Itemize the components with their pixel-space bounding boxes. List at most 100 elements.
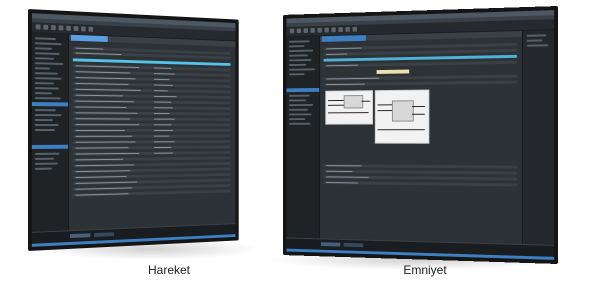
tree-item[interactable] [35, 37, 56, 40]
tree-item[interactable] [35, 153, 60, 155]
toolbar-button[interactable] [338, 27, 342, 32]
toolbox-item[interactable] [527, 34, 546, 36]
tree-item[interactable] [289, 118, 305, 120]
toolbar-button[interactable] [43, 25, 48, 30]
toolbar-button[interactable] [66, 26, 71, 31]
tree-item[interactable] [289, 113, 311, 115]
axis-table-row[interactable] [73, 100, 231, 105]
tree-item[interactable] [35, 72, 58, 75]
output-tab[interactable] [94, 232, 114, 237]
function-block[interactable] [344, 95, 363, 108]
tree-item[interactable] [289, 59, 311, 61]
active-editor-tab[interactable] [71, 35, 108, 42]
toolbar-button[interactable] [304, 28, 308, 33]
toolbar-button[interactable] [59, 25, 64, 30]
toolbar-button[interactable] [89, 27, 94, 32]
toolbar-button[interactable] [311, 28, 315, 33]
tree-item[interactable] [35, 114, 62, 116]
axis-table-row[interactable] [73, 135, 231, 138]
tree-item[interactable] [35, 42, 62, 45]
toolbar-button[interactable] [317, 28, 321, 33]
axis-table-row[interactable] [73, 82, 231, 88]
toolbar-button[interactable] [51, 25, 56, 30]
tree-item[interactable] [35, 52, 60, 55]
tree-item[interactable] [35, 67, 50, 69]
tree-item[interactable] [289, 45, 304, 47]
editor-row[interactable] [324, 170, 518, 175]
tree-item[interactable] [35, 124, 59, 126]
axis-table-row[interactable] [73, 129, 231, 132]
editor-row[interactable] [324, 181, 518, 186]
tree-item[interactable] [35, 87, 59, 89]
active-editor-tab[interactable] [322, 35, 366, 42]
editor-row[interactable] [324, 164, 518, 168]
axis-table-row[interactable] [73, 123, 231, 126]
tree-item[interactable] [35, 92, 52, 94]
tree-item[interactable] [289, 64, 306, 66]
tree-item[interactable] [35, 109, 56, 111]
toolbar-button[interactable] [353, 27, 357, 32]
editor-row[interactable] [324, 75, 518, 81]
right-toolbox-pane[interactable] [522, 30, 554, 246]
toolbar-button[interactable] [36, 24, 41, 29]
tree-item[interactable] [289, 123, 311, 125]
output-tab[interactable] [70, 233, 90, 238]
tree-item-selected[interactable] [32, 145, 68, 149]
axis-table-row[interactable] [73, 162, 231, 167]
tree-item[interactable] [35, 158, 54, 160]
tree-item[interactable] [35, 47, 52, 50]
axis-table-row[interactable] [73, 105, 231, 109]
highlighted-variable[interactable] [377, 70, 410, 74]
toolbar-button[interactable] [331, 27, 335, 32]
axis-table-row[interactable] [73, 151, 231, 155]
axis-table-row[interactable] [73, 117, 231, 121]
tree-item[interactable] [289, 68, 315, 70]
toolbar-button[interactable] [324, 28, 328, 33]
tree-item[interactable] [289, 73, 304, 75]
toolbar-button[interactable] [290, 29, 294, 34]
tree-item[interactable] [289, 99, 306, 101]
editor-row[interactable] [324, 175, 518, 180]
tree-item[interactable] [35, 62, 64, 65]
tree-item[interactable] [35, 168, 52, 170]
output-tab[interactable] [344, 243, 363, 247]
axis-table-row[interactable] [73, 146, 231, 150]
safety-function-block-diagram[interactable] [325, 90, 373, 124]
right-safety-editor[interactable] [320, 31, 523, 245]
function-block[interactable] [392, 100, 414, 121]
right-project-tree[interactable] [286, 36, 320, 239]
tree-item[interactable] [35, 57, 54, 60]
tree-item[interactable] [35, 129, 55, 131]
tree-item[interactable] [289, 109, 308, 111]
tree-item[interactable] [289, 95, 310, 97]
left-project-tree[interactable] [32, 33, 69, 233]
axis-table-row[interactable] [73, 88, 231, 94]
tree-item[interactable] [35, 82, 54, 84]
tree-item-selected[interactable] [286, 88, 319, 92]
toolbar-button[interactable] [297, 28, 301, 33]
axis-table-row[interactable] [73, 140, 231, 144]
toolbar-button[interactable] [345, 27, 349, 32]
axis-table-row[interactable] [73, 190, 231, 197]
axis-table-row[interactable] [73, 157, 231, 162]
left-motion-editor[interactable] [69, 35, 235, 232]
tree-item[interactable] [35, 163, 58, 165]
axis-table-row[interactable] [73, 168, 231, 174]
tree-item[interactable] [289, 40, 310, 42]
axis-table-row[interactable] [73, 111, 231, 115]
toolbar-button[interactable] [74, 26, 79, 31]
editor-row[interactable] [324, 61, 518, 67]
tree-item[interactable] [289, 50, 313, 52]
tree-item[interactable] [289, 104, 313, 106]
toolbox-item[interactable] [527, 39, 543, 41]
output-tab[interactable] [321, 242, 340, 246]
tree-item[interactable] [35, 119, 53, 121]
tree-item-selected[interactable] [32, 102, 68, 106]
toolbox-item[interactable] [527, 44, 548, 46]
tree-item[interactable] [35, 77, 62, 80]
editor-row[interactable] [324, 81, 518, 87]
toolbar-button[interactable] [81, 26, 86, 31]
axis-table-row[interactable] [73, 94, 231, 99]
tree-item[interactable] [35, 97, 61, 99]
safety-function-block-diagram[interactable] [375, 90, 430, 144]
